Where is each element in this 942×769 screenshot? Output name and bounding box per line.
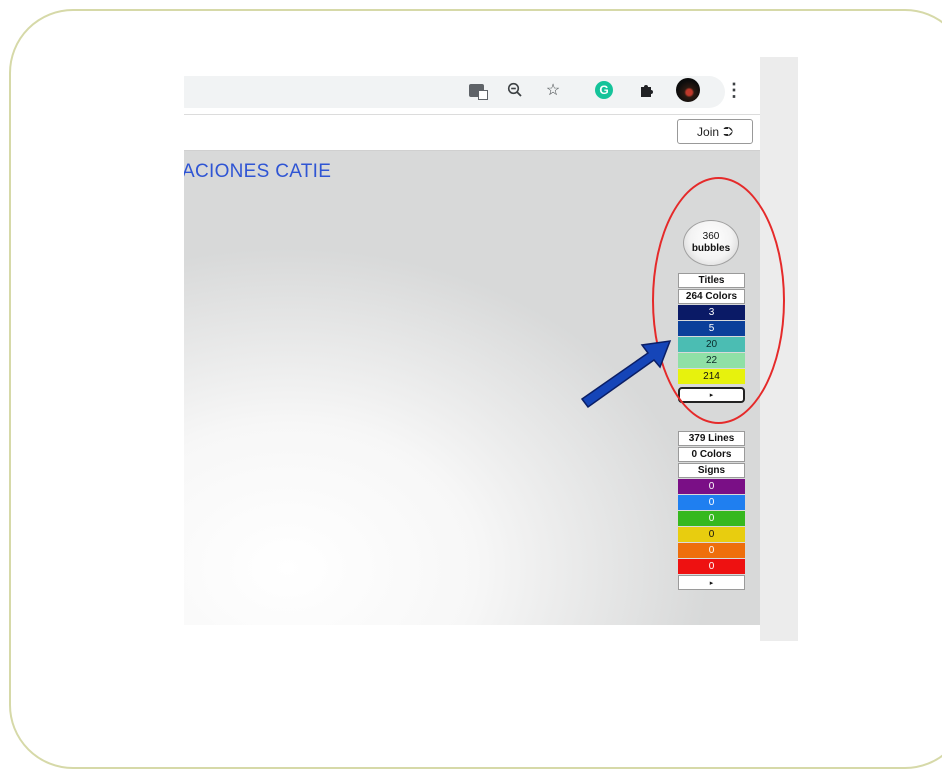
lines-swatch[interactable]: 0 — [678, 495, 745, 510]
lines-swatch[interactable]: 0 — [678, 543, 745, 558]
grammarly-icon[interactable]: G — [594, 80, 614, 100]
profile-avatar[interactable] — [676, 78, 700, 102]
lines-swatch[interactable]: 0 — [678, 559, 745, 574]
lines-legend: 379 Lines 0 Colors Signs 000000 ▸ — [678, 430, 745, 590]
join-button[interactable]: Join ⮊ — [677, 119, 753, 144]
extensions-icon[interactable] — [637, 80, 657, 100]
lines-count[interactable]: 379 Lines — [678, 431, 745, 446]
lines-swatch-list: 000000 — [678, 479, 745, 574]
page-title: ACIONES CATIE — [184, 161, 332, 182]
app-header — [184, 115, 762, 151]
translate-icon[interactable] — [466, 80, 488, 100]
signs-header[interactable]: Signs — [678, 463, 745, 478]
lines-colors-count[interactable]: 0 Colors — [678, 447, 745, 462]
lines-swatch[interactable]: 0 — [678, 527, 745, 542]
zoom-out-icon[interactable] — [505, 80, 525, 100]
lines-swatch[interactable]: 0 — [678, 479, 745, 494]
lines-expand-button[interactable]: ▸ — [678, 575, 745, 590]
login-icon: ⮊ — [723, 123, 733, 139]
pointer-arrow-icon — [580, 340, 672, 409]
star-icon[interactable]: ☆ — [543, 80, 563, 100]
join-label: Join — [697, 124, 720, 139]
browser-toolbar: ☆ G ⋮ — [184, 72, 762, 114]
lines-swatch[interactable]: 0 — [678, 511, 745, 526]
menu-kebab-icon[interactable]: ⋮ — [724, 80, 744, 100]
